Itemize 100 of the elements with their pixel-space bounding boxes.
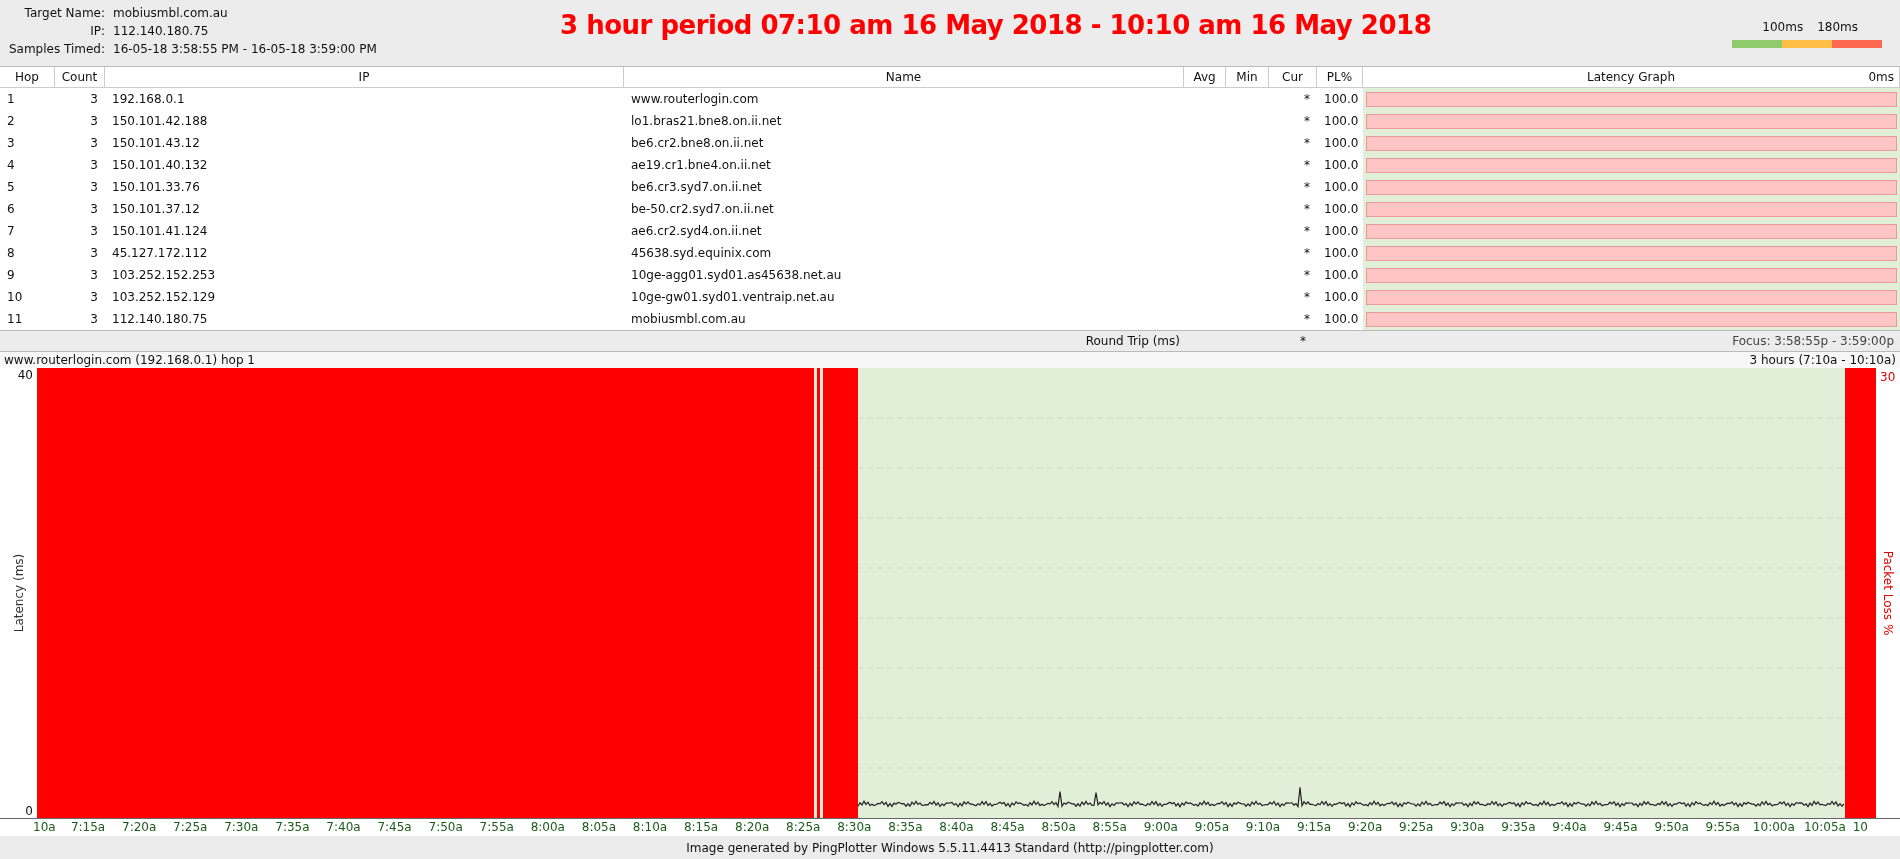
table-cell-text: be6.cr3.syd7.on.ii.net [630,180,763,194]
field-label: Target Name: [23,6,105,20]
x-tick-label: 7:35a [275,820,310,834]
field-value: 16-05-18 3:58:55 PM - 16-05-18 3:59:00 PM [113,42,377,56]
round-trip-label: Round Trip (ms) [1084,334,1180,348]
column-header[interactable]: Avg [1184,67,1226,87]
y2-tick-label: 30 [1880,370,1896,384]
table-cell-text: 3 [89,136,99,150]
x-tick-label: 7:55a [479,820,514,834]
x-tick-label: 9:00a [1143,820,1178,834]
table-cell-text: 100.0 [1323,290,1360,304]
x-tick-label: 9:40a [1552,820,1587,834]
column-header[interactable]: Cur [1269,67,1317,87]
x-tick-label: 9:05a [1194,820,1230,834]
x-tick-label: 7:20a [122,820,157,834]
graph-scale-label: 0ms [1868,70,1894,84]
table-cell-text: 4 [6,158,16,172]
x-tick-label: 8:55a [1092,820,1127,834]
table-cell-text: 100.0 [1323,312,1360,326]
table-cell-text: * [1303,114,1311,128]
generator-credit-text: Image generated by PingPlotter Windows 5.5.11.4413 Standard (http://pingplotter.com) [686,840,1214,855]
x-tick-label: 8:45a [990,820,1025,834]
legend-label: 180ms [1817,20,1858,34]
x-tick-label: 10 [1852,820,1868,834]
x-tick-label: 9:45a [1603,820,1638,834]
table-cell-text: 3 [89,180,99,194]
column-header[interactable]: IP [105,67,624,87]
table-cell-text: 8 [6,246,16,260]
x-tick-label: 8:25a [786,820,821,834]
table-cell-text: 3 [89,246,99,260]
table-cell-text: 10ge-gw01.syd01.ventraip.net.au [630,290,836,304]
x-tick-label: 7:15a [70,820,106,834]
table-cell-text: 150.101.33.76 [111,180,201,194]
round-trip-value: * [1300,334,1307,348]
x-tick-label: 9:15a [1296,820,1332,834]
table-cell-text: 3 [89,158,99,172]
column-header[interactable]: Count [55,67,105,87]
x-tick-label: 10:05a [1803,820,1846,834]
focus-range: Focus: 3:58:55p - 3:59:00p [1732,334,1895,348]
x-tick-label: 8:05a [581,820,617,834]
table-cell-text: 5 [6,180,16,194]
table-cell-text: ae19.cr1.bne4.on.ii.net [630,158,772,172]
table-cell-text: * [1303,180,1311,194]
chart-title: www.routerlogin.com (192.168.0.1) hop 1 [4,353,255,367]
x-tick-label: 8:00a [530,820,565,834]
x-tick-label: 8:50a [1041,820,1076,834]
x-tick-label: 8:10a [632,820,668,834]
column-header[interactable]: Hop [0,67,55,87]
table-cell-text: * [1303,268,1311,282]
table-cell-text: * [1303,202,1311,216]
x-tick-label: 10a [33,820,56,834]
x-tick-label: 8:40a [939,820,974,834]
table-cell-text: 112.140.180.75 [111,312,209,326]
x-tick-label: 9:10a [1245,820,1281,834]
table-cell-text: 3 [89,312,99,326]
table-cell-text: ae6.cr2.syd4.on.ii.net [630,224,763,238]
table-cell-text: 3 [6,136,16,150]
table-cell-text: * [1303,246,1311,260]
table-cell-text: 100.0 [1323,92,1360,106]
table-cell-text: * [1303,158,1311,172]
x-tick-label: 9:35a [1501,820,1536,834]
table-cell-text: * [1303,312,1311,326]
x-tick-label: 9:55a [1705,820,1740,834]
field-label: IP: [89,24,105,38]
column-header[interactable]: Name [624,67,1184,87]
table-cell-text: 103.252.152.253 [111,268,217,282]
table-cell-text: 3 [89,290,99,304]
field-label: Samples Timed: [7,42,105,56]
table-cell-text: 192.168.0.1 [111,92,186,106]
table-cell-text: 150.101.37.12 [111,202,201,216]
x-tick-label: 8:30a [837,820,872,834]
table-cell-text: 3 [89,114,99,128]
table-cell-text: 100.0 [1323,246,1360,260]
table-cell-text: 150.101.42.188 [111,114,209,128]
x-tick-label: 9:30a [1450,820,1485,834]
legend-label: 100ms [1762,20,1804,34]
column-header[interactable]: Min [1226,67,1269,87]
table-cell-text: mobiusmbl.com.au [630,312,747,326]
table-cell-text: 100.0 [1323,224,1360,238]
x-tick-label: 8:15a [683,820,719,834]
table-cell-text: 10ge-agg01.syd01.as45638.net.au [630,268,843,282]
table-cell-text: 3 [89,224,99,238]
table-cell-text: be6.cr2.bne8.on.ii.net [630,136,765,150]
chart-range: 3 hours (7:10a - 10:10a) [1749,353,1896,367]
table-cell-text: 45.127.172.112 [111,246,209,260]
table-cell-text: 100.0 [1323,136,1360,150]
table-cell-text: 150.101.43.12 [111,136,201,150]
table-cell-text: 100.0 [1323,180,1360,194]
table-cell-text: lo1.bras21.bne8.on.ii.net [630,114,783,128]
table-cell-text: www.routerlogin.com [630,92,760,106]
x-tick-label: 7:40a [326,820,361,834]
table-cell-text: * [1303,136,1311,150]
table-cell-text: * [1303,92,1311,106]
x-tick-label: 7:25a [173,820,208,834]
x-tick-label: 9:25a [1399,820,1434,834]
table-cell-text: 1 [6,92,16,106]
x-tick-label: 8:20a [735,820,770,834]
table-cell-text: 2 [6,114,16,128]
x-tick-label: 9:20a [1348,820,1383,834]
column-header[interactable]: PL% [1317,67,1363,87]
